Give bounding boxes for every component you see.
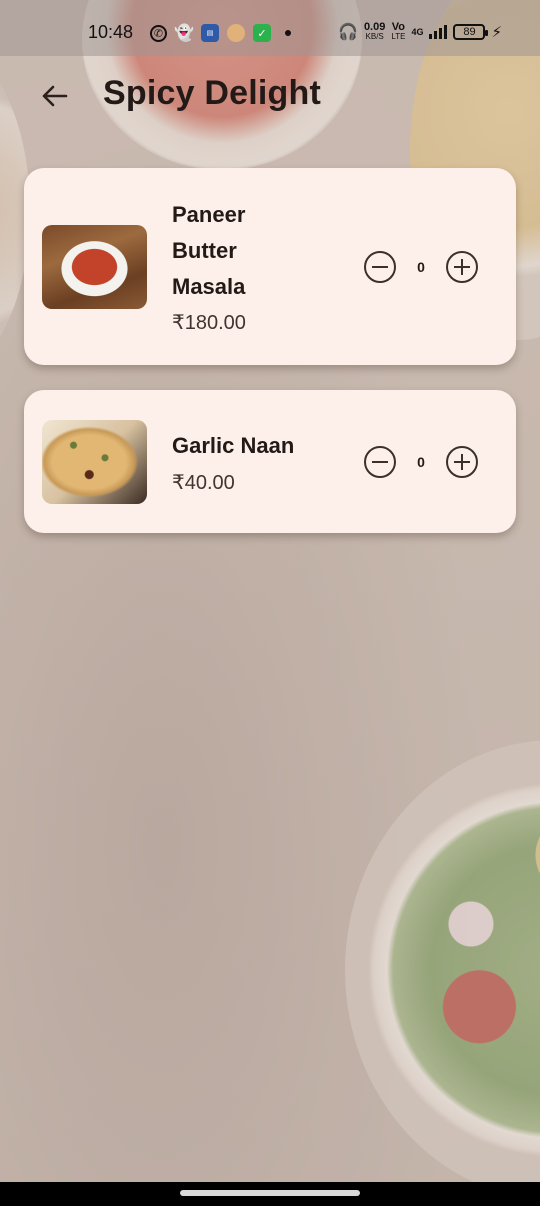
more-notifications-dot-icon — [285, 30, 291, 36]
minus-icon — [372, 460, 388, 464]
paneer-dish-image — [42, 225, 147, 309]
headphones-icon: 🎧 — [338, 24, 358, 41]
increase-quantity-button[interactable] — [446, 446, 478, 478]
status-time: 10:48 — [88, 22, 134, 42]
quantity-value: 0 — [417, 454, 425, 470]
system-navigation-bar — [0, 1182, 540, 1206]
home-gesture-handle[interactable] — [180, 1190, 360, 1196]
notification-icons: ✆ 👻 ▤ ✓ — [150, 24, 291, 42]
item-name: Garlic Naan — [172, 433, 295, 458]
volte-indicator: Vo LTE — [391, 22, 405, 42]
menu-item-card: Garlic Naan ₹40.00 0 — [24, 390, 516, 533]
volte-bottom: LTE — [391, 32, 406, 41]
avatar-notification-icon — [227, 24, 245, 42]
network-speed: 0.09 KB/S — [364, 22, 385, 42]
battery-icon: 89 — [453, 24, 489, 40]
plus-icon-vertical — [460, 259, 464, 275]
decrease-quantity-button[interactable] — [364, 251, 396, 283]
back-button[interactable] — [36, 80, 72, 112]
item-price: ₹40.00 — [172, 472, 235, 494]
battery-level: 89 — [463, 26, 476, 38]
system-status-icons: 🎧 0.09 KB/S Vo LTE 4G 89 ⚡ — [338, 22, 502, 42]
quantity-stepper: 0 — [364, 446, 478, 478]
quantity-value: 0 — [417, 259, 425, 275]
item-name: Paneer Butter Masala — [172, 202, 246, 299]
item-price: ₹180.00 — [172, 312, 246, 334]
increase-quantity-button[interactable] — [446, 251, 478, 283]
volte-top: Vo — [391, 21, 406, 33]
status-bar: 10:48 ✆ 👻 ▤ ✓ 🎧 0.09 KB/S Vo LTE 4G 89 ⚡ — [0, 0, 540, 56]
arrow-left-icon — [42, 85, 68, 107]
whatsapp-icon: ✆ — [150, 24, 167, 42]
quantity-stepper: 0 — [364, 251, 478, 283]
shield-icon: ✓ — [253, 24, 271, 42]
charging-icon: ⚡ — [491, 24, 502, 41]
app-notification-icon: ▤ — [201, 24, 219, 42]
plus-icon-vertical — [460, 454, 464, 470]
garlic-naan-image — [42, 420, 147, 504]
signal-strength-icon — [429, 25, 448, 39]
snapchat-icon: 👻 — [174, 25, 194, 42]
app-header: Spicy Delight — [0, 66, 540, 126]
network-speed-value: 0.09 — [363, 21, 386, 33]
network-type: 4G — [411, 27, 424, 37]
network-speed-unit: KB/S — [365, 32, 384, 41]
minus-icon — [372, 265, 388, 269]
decrease-quantity-button[interactable] — [364, 446, 396, 478]
page-title: Spicy Delight — [103, 74, 321, 112]
menu-item-card: Paneer Butter Masala ₹180.00 0 — [24, 168, 516, 365]
